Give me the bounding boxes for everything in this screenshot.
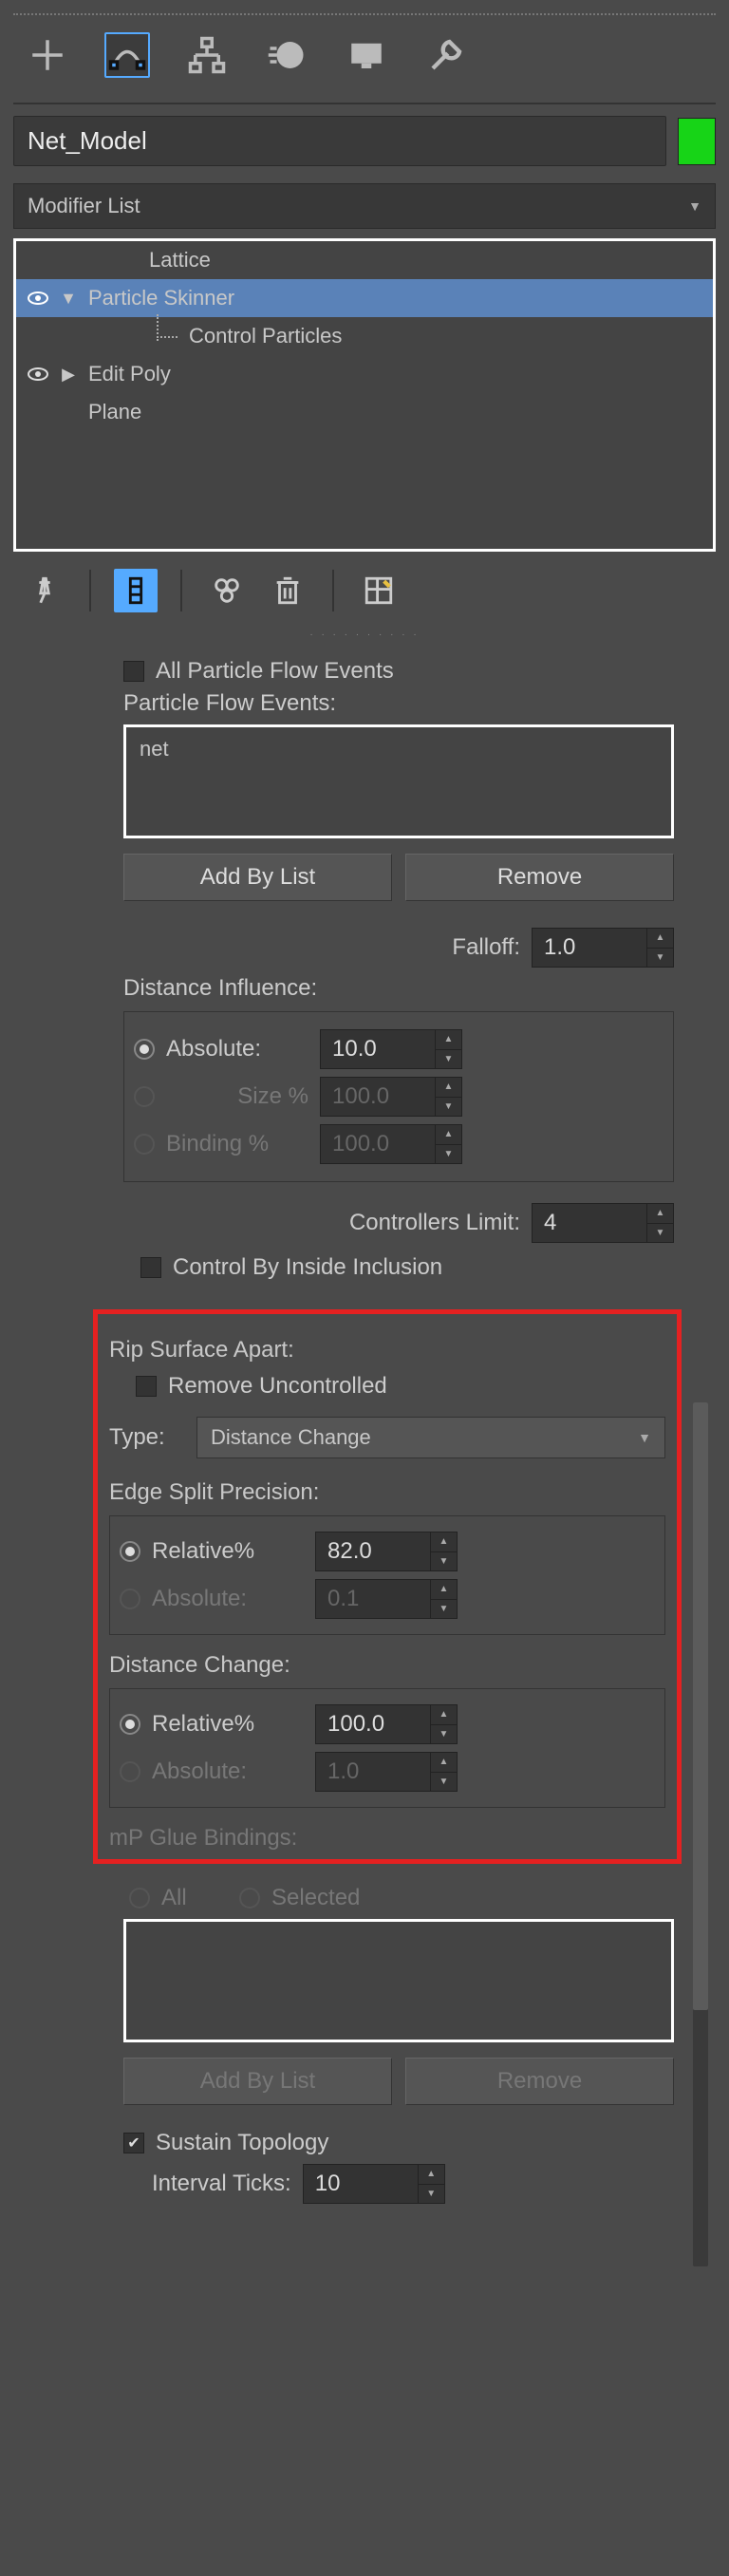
glue-bindings-list[interactable] <box>123 1919 674 2042</box>
particle-flow-events-list[interactable]: net <box>123 724 674 838</box>
modifier-list-dropdown[interactable]: Modifier List ▼ <box>13 183 716 229</box>
stack-item-particle-skinner[interactable]: ▼ Particle Skinner <box>16 279 713 317</box>
esp-absolute-spinner: 0.1▲▼ <box>315 1579 458 1619</box>
binding-pct-radio[interactable] <box>134 1134 155 1155</box>
show-end-result-button[interactable] <box>114 569 158 612</box>
esp-absolute-radio[interactable] <box>120 1589 140 1609</box>
controllers-limit-spinner[interactable]: 4▲▼ <box>532 1203 674 1243</box>
motion-tab[interactable] <box>264 32 309 78</box>
command-panel-tabs <box>13 13 716 104</box>
remove-uncontrolled-checkbox[interactable]: Remove Uncontrolled <box>136 1373 665 1400</box>
rollout-drag-handle[interactable]: · · · · · · · · · · <box>13 630 716 643</box>
chevron-down-icon: ▼ <box>688 198 701 214</box>
hierarchy-tab[interactable] <box>184 32 230 78</box>
scrollbar-thumb[interactable] <box>693 1402 708 2010</box>
type-label: Type: <box>109 1424 185 1451</box>
size-pct-radio[interactable] <box>134 1086 155 1107</box>
configure-modifier-sets-button[interactable] <box>357 569 401 612</box>
list-item[interactable]: net <box>140 737 658 762</box>
interval-ticks-spinner[interactable]: 10▲▼ <box>303 2164 445 2204</box>
expand-icon[interactable]: ▼ <box>54 289 83 309</box>
remove-button[interactable]: Remove <box>405 854 674 901</box>
highlight-box: Rip Surface Apart: Remove Uncontrolled T… <box>93 1309 682 1864</box>
stack-item-plane[interactable]: Plane <box>16 393 713 431</box>
stack-item-lattice[interactable]: Lattice <box>16 241 713 279</box>
sustain-topology-checkbox[interactable]: ✔ Sustain Topology <box>123 2130 674 2156</box>
glue-selected-radio <box>239 1888 260 1908</box>
add-by-list-button[interactable]: Add By List <box>123 854 392 901</box>
rip-surface-apart-label: Rip Surface Apart: <box>109 1337 665 1363</box>
visibility-icon[interactable] <box>22 367 54 382</box>
controllers-limit-label: Controllers Limit: <box>349 1210 520 1236</box>
distance-change-label: Distance Change: <box>109 1652 665 1679</box>
visibility-icon[interactable] <box>22 291 54 306</box>
falloff-spinner[interactable]: 1.0 ▲▼ <box>532 928 674 968</box>
utilities-tab[interactable] <box>423 32 469 78</box>
create-tab[interactable] <box>25 32 70 78</box>
interval-ticks-label: Interval Ticks: <box>152 2171 291 2197</box>
panel-scrollbar[interactable] <box>693 1402 708 2266</box>
size-pct-spinner: 100.0▲▼ <box>320 1077 462 1117</box>
modifier-stack[interactable]: Lattice ▼ Particle Skinner Control Parti… <box>13 238 716 552</box>
dc-absolute-spinner: 1.0▲▼ <box>315 1752 458 1792</box>
control-by-inside-inclusion-checkbox[interactable]: Control By Inside Inclusion <box>140 1254 674 1281</box>
distance-influence-label: Distance Influence: <box>123 975 674 1002</box>
mp-glue-bindings-label: mP Glue Bindings: <box>109 1825 665 1852</box>
absolute-spinner[interactable]: 10.0▲▼ <box>320 1029 462 1069</box>
type-dropdown[interactable]: Distance Change ▼ <box>196 1417 665 1458</box>
glue-remove-button: Remove <box>405 2058 674 2105</box>
object-color-swatch[interactable] <box>678 118 716 165</box>
falloff-label: Falloff: <box>452 934 520 961</box>
pin-stack-button[interactable] <box>23 569 66 612</box>
edge-split-precision-label: Edge Split Precision: <box>109 1479 665 1506</box>
all-particle-flow-events-checkbox[interactable]: All Particle Flow Events <box>123 658 674 685</box>
make-unique-button[interactable] <box>205 569 249 612</box>
esp-relative-radio[interactable] <box>120 1541 140 1562</box>
dc-relative-radio[interactable] <box>120 1714 140 1735</box>
absolute-radio[interactable] <box>134 1039 155 1060</box>
dc-relative-spinner[interactable]: 100.0▲▼ <box>315 1704 458 1744</box>
modifier-list-label: Modifier List <box>28 194 140 218</box>
stack-toolbar <box>13 552 716 630</box>
expand-icon[interactable]: ▶ <box>54 365 83 385</box>
particle-flow-events-label: Particle Flow Events: <box>123 690 674 717</box>
stack-item-edit-poly[interactable]: ▶ Edit Poly <box>16 355 713 393</box>
object-name-input[interactable] <box>13 116 666 166</box>
stack-subitem-control-particles[interactable]: Control Particles <box>16 317 713 355</box>
binding-pct-spinner: 100.0▲▼ <box>320 1124 462 1164</box>
esp-relative-spinner[interactable]: 82.0▲▼ <box>315 1532 458 1571</box>
dc-absolute-radio[interactable] <box>120 1761 140 1782</box>
glue-add-by-list-button: Add By List <box>123 2058 392 2105</box>
chevron-down-icon: ▼ <box>638 1430 651 1445</box>
display-tab[interactable] <box>344 32 389 78</box>
glue-all-radio <box>129 1888 150 1908</box>
modify-tab[interactable] <box>104 32 150 78</box>
remove-modifier-button[interactable] <box>266 569 309 612</box>
